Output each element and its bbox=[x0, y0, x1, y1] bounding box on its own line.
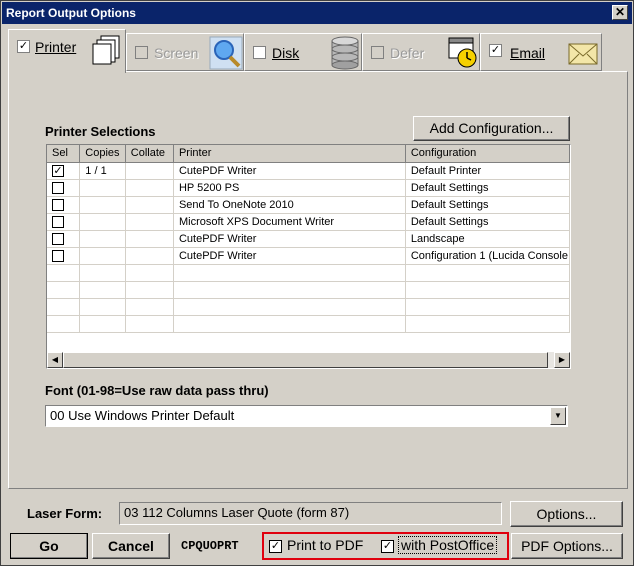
table-row[interactable]: Microsoft XPS Document Writer Default Se… bbox=[47, 213, 570, 231]
cell-copies[interactable] bbox=[79, 230, 126, 248]
print-to-pdf-label[interactable]: Print to PDF bbox=[287, 537, 363, 553]
cell-collate[interactable] bbox=[125, 247, 174, 265]
magnifier-icon bbox=[209, 36, 243, 70]
horizontal-scrollbar[interactable]: ◀ ▶ bbox=[47, 352, 570, 368]
col-sel[interactable]: Sel bbox=[47, 145, 81, 163]
font-label: Font (01-98=Use raw data pass thru) bbox=[45, 383, 269, 398]
tab-defer-label: Defer bbox=[390, 45, 425, 61]
cell-printer[interactable]: CutePDF Writer bbox=[173, 247, 406, 265]
cell-collate[interactable] bbox=[125, 162, 174, 180]
go-button-label: Go bbox=[39, 538, 59, 554]
pdf-options-button[interactable]: PDF Options... bbox=[511, 533, 623, 559]
cell-collate[interactable] bbox=[125, 179, 174, 197]
printer-tab-checkbox[interactable]: ✓ bbox=[17, 40, 30, 53]
printer-selections-grid[interactable]: Sel Copies Collate Printer Configuration… bbox=[46, 144, 571, 369]
tab-screen-label: Screen bbox=[154, 45, 199, 61]
cell-printer[interactable]: CutePDF Writer bbox=[173, 230, 406, 248]
table-row[interactable]: ✓ 1 / 1 CutePDF Writer Default Printer bbox=[47, 162, 570, 180]
table-header-row: Sel Copies Collate Printer Configuration bbox=[47, 145, 570, 163]
database-disk-icon bbox=[331, 36, 359, 70]
tab-printer[interactable]: ✓ Printer bbox=[8, 29, 126, 73]
col-copies[interactable]: Copies bbox=[79, 145, 126, 163]
row-select-checkbox[interactable] bbox=[52, 198, 64, 211]
cell-configuration[interactable]: Default Settings bbox=[405, 179, 570, 197]
cell-configuration[interactable]: Configuration 1 (Lucida Console bbox=[405, 247, 570, 265]
cell-copies[interactable] bbox=[79, 196, 126, 214]
tab-email-label: Email bbox=[510, 45, 546, 61]
cell-configuration[interactable]: Default Printer bbox=[405, 162, 570, 180]
scroll-right-button[interactable]: ▶ bbox=[554, 352, 570, 368]
scroll-thumb[interactable] bbox=[63, 352, 548, 368]
table-row[interactable]: CutePDF Writer Configuration 1 (Lucida C… bbox=[47, 247, 570, 265]
table-row-empty bbox=[47, 264, 570, 282]
add-configuration-label: Add Configuration... bbox=[429, 120, 554, 136]
table-row-empty bbox=[47, 298, 570, 316]
row-select-checkbox[interactable] bbox=[52, 249, 64, 262]
laser-form-field[interactable]: 03 112 Columns Laser Quote (form 87) bbox=[119, 502, 502, 525]
defer-tab-checkbox bbox=[371, 46, 384, 59]
envelope-icon bbox=[568, 43, 598, 65]
table-row-empty bbox=[47, 315, 570, 333]
tab-screen: Screen bbox=[126, 33, 244, 71]
print-to-pdf-checkbox[interactable]: ✓ bbox=[269, 540, 282, 553]
printer-table: Sel Copies Collate Printer Configuration… bbox=[47, 145, 570, 333]
cell-copies[interactable] bbox=[79, 179, 126, 197]
cell-configuration[interactable]: Default Settings bbox=[405, 213, 570, 231]
clock-calendar-icon bbox=[448, 37, 477, 68]
cell-copies[interactable]: 1 / 1 bbox=[79, 162, 126, 180]
tab-disk[interactable]: Disk bbox=[244, 33, 362, 71]
title-bar: Report Output Options ✕ bbox=[2, 2, 632, 24]
email-tab-checkbox[interactable]: ✓ bbox=[489, 44, 502, 57]
chevron-down-icon[interactable]: ▼ bbox=[550, 407, 566, 425]
tab-email[interactable]: ✓ Email bbox=[480, 33, 602, 71]
row-select-checkbox[interactable] bbox=[52, 181, 64, 194]
col-collate[interactable]: Collate bbox=[125, 145, 174, 163]
cancel-button[interactable]: Cancel bbox=[92, 533, 170, 559]
with-postoffice-label[interactable]: with PostOffice bbox=[398, 536, 498, 554]
printer-selections-heading: Printer Selections bbox=[45, 124, 156, 139]
report-code: CPQUOPRT bbox=[181, 539, 239, 553]
row-select-checkbox[interactable]: ✓ bbox=[52, 164, 64, 177]
screen-tab-checkbox bbox=[135, 46, 148, 59]
report-output-options-window: Report Output Options ✕ ✓ Printer Screen… bbox=[0, 0, 634, 566]
window-title: Report Output Options bbox=[6, 6, 136, 20]
cell-collate[interactable] bbox=[125, 196, 174, 214]
cell-printer[interactable]: HP 5200 PS bbox=[173, 179, 406, 197]
pdf-options-label: PDF Options... bbox=[521, 538, 613, 554]
font-selected-value: 00 Use Windows Printer Default bbox=[50, 408, 235, 423]
close-button[interactable]: ✕ bbox=[612, 5, 628, 20]
cell-collate[interactable] bbox=[125, 230, 174, 248]
tab-defer: Defer bbox=[362, 33, 480, 71]
cell-printer[interactable]: CutePDF Writer bbox=[173, 162, 406, 180]
disk-tab-checkbox[interactable] bbox=[253, 46, 266, 59]
scroll-left-button[interactable]: ◀ bbox=[47, 352, 63, 368]
font-select[interactable]: 00 Use Windows Printer Default ▼ bbox=[45, 405, 568, 427]
table-row[interactable]: Send To OneNote 2010 Default Settings bbox=[47, 196, 570, 214]
options-button-label: Options... bbox=[536, 506, 597, 522]
table-row[interactable]: CutePDF Writer Landscape bbox=[47, 230, 570, 248]
tab-disk-label: Disk bbox=[272, 45, 300, 61]
cell-configuration[interactable]: Landscape bbox=[405, 230, 570, 248]
cancel-button-label: Cancel bbox=[108, 538, 154, 554]
go-button[interactable]: Go bbox=[10, 533, 88, 559]
row-select-checkbox[interactable] bbox=[52, 232, 64, 245]
cell-copies[interactable] bbox=[79, 213, 126, 231]
col-printer[interactable]: Printer bbox=[173, 145, 406, 163]
laser-form-label: Laser Form: bbox=[27, 506, 103, 521]
table-row-empty bbox=[47, 281, 570, 299]
cell-printer[interactable]: Microsoft XPS Document Writer bbox=[173, 213, 406, 231]
with-postoffice-checkbox[interactable]: ✓ bbox=[381, 540, 394, 553]
printer-pages-icon bbox=[92, 35, 120, 65]
row-select-checkbox[interactable] bbox=[52, 215, 64, 228]
add-configuration-button[interactable]: Add Configuration... bbox=[413, 116, 570, 141]
options-button[interactable]: Options... bbox=[510, 501, 623, 527]
cell-collate[interactable] bbox=[125, 213, 174, 231]
cell-printer[interactable]: Send To OneNote 2010 bbox=[173, 196, 406, 214]
col-configuration[interactable]: Configuration bbox=[405, 145, 570, 163]
cell-copies[interactable] bbox=[79, 247, 126, 265]
cell-configuration[interactable]: Default Settings bbox=[405, 196, 570, 214]
tab-printer-label: Printer bbox=[35, 39, 77, 55]
table-row[interactable]: HP 5200 PS Default Settings bbox=[47, 179, 570, 197]
